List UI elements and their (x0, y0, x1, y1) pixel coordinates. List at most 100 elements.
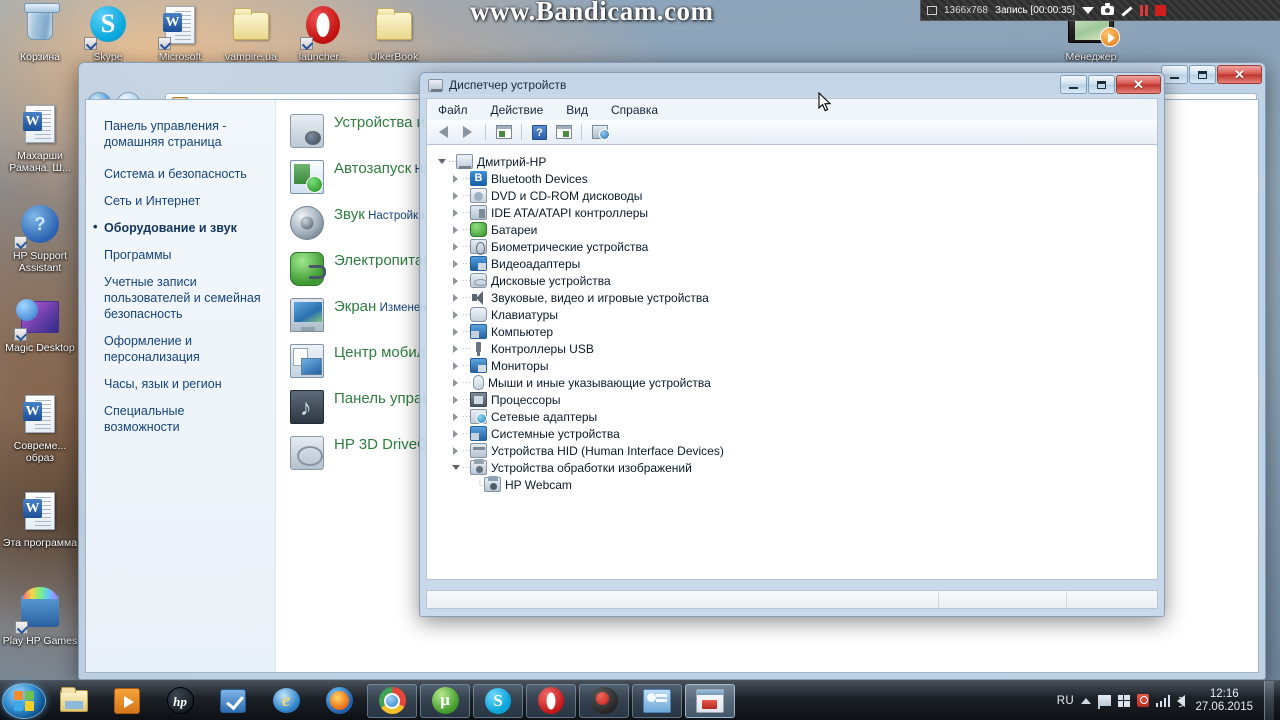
language-indicator[interactable]: RU (1057, 695, 1074, 707)
tree-row[interactable]: ⋯ Системные устройства (435, 425, 1157, 442)
tree-row[interactable]: ⋯ DVD и CD-ROM дисководы (435, 187, 1157, 204)
sidebar-item-clock-language[interactable]: Часы, язык и регион (104, 376, 261, 392)
sidebar-item-user-accounts[interactable]: Учетные записи пользователей и семейная … (104, 274, 261, 322)
expand-toggle[interactable] (449, 412, 462, 421)
desktop-icon-vampire-ua[interactable]: vampire.ua (213, 6, 289, 64)
tree-row[interactable]: ⋯ Видеоадаптеры (435, 255, 1157, 272)
bandicam-target-icon[interactable] (927, 5, 937, 15)
update-driver-icon[interactable] (553, 122, 574, 142)
device-tree[interactable]: ⋯ Дмитрий-HP ⋯ B Bluetooth Devices ⋯ DVD и C… (426, 144, 1158, 580)
tree-label[interactable]: Bluetooth Devices (491, 172, 588, 186)
volume-icon[interactable] (1177, 694, 1186, 707)
minimize-button[interactable] (1060, 75, 1087, 94)
desktop-icon-play-hp-games[interactable]: Play HP Games (2, 587, 78, 648)
device-manager-window[interactable]: Диспетчер устройств ✕ Файл Действие Вид … (419, 72, 1165, 617)
taskbar-item-skype[interactable]: S (473, 683, 523, 718)
tree-label[interactable]: Биометрические устройства (491, 240, 648, 254)
capture-icon[interactable] (1101, 2, 1115, 15)
properties-icon[interactable] (493, 122, 514, 142)
taskbar-item-explorer[interactable] (49, 684, 99, 718)
expand-toggle[interactable] (449, 293, 462, 302)
taskbar-item-chrome[interactable] (367, 683, 417, 718)
expand-toggle[interactable] (449, 276, 462, 285)
tree-label[interactable]: IDE ATA/ATAPI контроллеры (491, 206, 648, 220)
sidebar-item-accessibility[interactable]: Специальные возможности (104, 403, 261, 435)
category-title[interactable]: Автозапуск (334, 160, 411, 177)
category-title[interactable]: Звук (334, 206, 365, 223)
category-title[interactable]: Электропитан (334, 252, 432, 269)
taskbar-item-utorrent[interactable]: µ (420, 683, 470, 718)
taskbar-item-check[interactable] (208, 684, 258, 718)
expand-toggle[interactable] (449, 429, 462, 438)
expand-toggle[interactable] (449, 191, 462, 200)
desktop-icon-ulkerbook[interactable]: UlkerBook (356, 6, 432, 64)
expand-toggle[interactable] (449, 327, 462, 336)
expand-toggle[interactable] (449, 242, 462, 251)
sidebar-item-network-internet[interactable]: Сеть и Интернет (104, 193, 261, 209)
tree-label[interactable]: Батареи (491, 223, 537, 237)
show-hidden-icon[interactable] (1080, 697, 1091, 704)
sidebar-item-appearance[interactable]: Оформление и персонализация (104, 333, 261, 365)
expand-toggle[interactable] (449, 208, 462, 217)
menu-item-view[interactable]: Вид (563, 102, 591, 118)
category-title[interactable]: Панель управ (334, 390, 430, 407)
taskbar-item-internet-explorer[interactable]: e (261, 684, 311, 718)
expand-toggle[interactable] (449, 395, 462, 404)
close-button[interactable]: ✕ (1217, 65, 1262, 84)
category-title[interactable]: Экран (334, 298, 376, 315)
tree-label[interactable]: Видеоадаптеры (491, 257, 580, 271)
expand-toggle[interactable] (449, 174, 462, 183)
tree-label[interactable]: Системные устройства (491, 427, 620, 441)
tree-row[interactable]: ⋯ Устройства обработки изображений (435, 459, 1157, 476)
tree-row[interactable]: ⋯ Батареи (435, 221, 1157, 238)
category-title[interactable]: Устройства и (334, 114, 425, 131)
draw-icon[interactable] (1121, 5, 1133, 17)
taskbar-item-media-player[interactable] (102, 684, 152, 718)
expand-toggle[interactable] (435, 159, 448, 164)
tree-label[interactable]: Мыши и иные указывающие устройства (488, 376, 711, 390)
tree-row[interactable]: ⋯ B Bluetooth Devices (435, 170, 1157, 187)
tree-row-root[interactable]: ⋯ Дмитрий-HP (435, 153, 1157, 170)
maximize-button[interactable] (1189, 65, 1216, 84)
taskbar-item-device-manager[interactable] (685, 683, 735, 718)
device-manager-titlebar[interactable]: Диспетчер устройств ✕ (420, 73, 1164, 97)
minimize-button[interactable] (1161, 65, 1188, 84)
sidebar-item-home[interactable]: Панель управления - домашняя страница (104, 118, 261, 150)
tree-label[interactable]: HP Webcam (505, 478, 572, 492)
sidebar-item-programs[interactable]: Программы (104, 247, 261, 263)
forward-icon[interactable] (457, 122, 478, 142)
category-title[interactable]: HP 3D DriveG (334, 436, 429, 453)
tree-label[interactable]: Устройства обработки изображений (491, 461, 692, 475)
system-tray[interactable]: RU 12:16 27.06.2015 (1057, 680, 1280, 720)
scan-hardware-icon[interactable] (589, 122, 610, 142)
expand-toggle[interactable] (449, 378, 462, 387)
tree-label[interactable]: DVD и CD-ROM дисководы (491, 189, 642, 203)
tree-row[interactable]: ⋯ IDE ATA/ATAPI контроллеры (435, 204, 1157, 221)
sidebar-item-system-security[interactable]: Система и безопасность (104, 166, 261, 182)
tree-label[interactable]: Мониторы (491, 359, 548, 373)
tree-row[interactable]: ⋯ Мыши и иные указывающие устройства (435, 374, 1157, 391)
tree-row[interactable]: ⋯ Процессоры (435, 391, 1157, 408)
maximize-button[interactable] (1088, 75, 1115, 94)
tree-row[interactable]: ⋯ Дисковые устройства (435, 272, 1157, 289)
desktop-icon-maharshi-doc[interactable]: Махарши Рамана. Ш... (2, 105, 78, 174)
tree-label[interactable]: Контроллеры USB (491, 342, 594, 356)
tree-label[interactable]: Устройства HID (Human Interface Devices) (491, 444, 724, 458)
expand-toggle[interactable] (449, 446, 462, 455)
start-button[interactable] (2, 682, 46, 719)
network-icon[interactable] (1155, 694, 1171, 707)
expand-toggle[interactable] (449, 259, 462, 268)
tree-label[interactable]: Компьютер (491, 325, 553, 339)
tree-label[interactable]: Дисковые устройства (491, 274, 611, 288)
tree-row[interactable]: ⋯ Устройства HID (Human Interface Devices… (435, 442, 1157, 459)
taskbar-item-hp[interactable]: hp (155, 684, 205, 718)
taskbar[interactable]: hp e µ S RU 12:16 27.06.2015 (0, 680, 1280, 720)
taskbar-item-opera[interactable] (526, 683, 576, 718)
expand-toggle[interactable] (449, 344, 462, 353)
menu-item-file[interactable]: Файл (435, 102, 471, 118)
close-button[interactable]: ✕ (1116, 75, 1161, 94)
menu-bar[interactable]: Файл Действие Вид Справка (426, 98, 1158, 120)
tree-row[interactable]: ⋯ Компьютер (435, 323, 1157, 340)
desktop-icon-magic-desktop[interactable]: Magic Desktop (2, 297, 78, 355)
desktop-icon-recycle-bin[interactable]: Корзина (2, 3, 78, 64)
